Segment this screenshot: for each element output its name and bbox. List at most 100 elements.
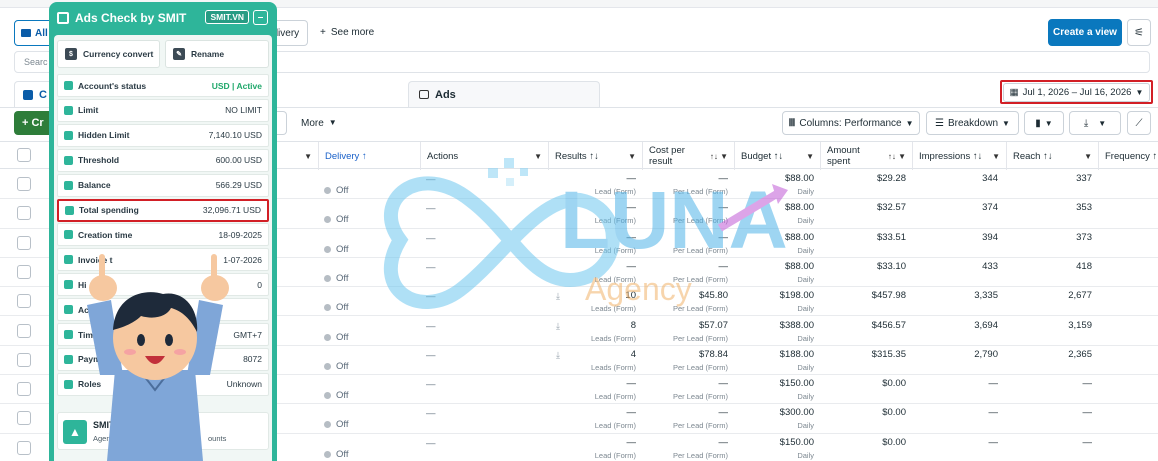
info-label: Limit [78,105,99,116]
budget-cell[interactable]: $188.00 Daily [735,346,814,375]
chevron-down-icon: ▼ [905,118,914,128]
budget-cell[interactable]: $198.00 Daily [735,287,814,316]
status-dot-icon [324,216,331,224]
currency-convert-button[interactable]: $ Currency convert [57,40,160,68]
tab-ads[interactable]: Ads [408,81,600,107]
amount-spent-cell: $456.57 [820,317,906,346]
all-ads-button[interactable]: All [14,20,54,46]
row-checkbox[interactable] [17,264,31,279]
budget-cell[interactable]: $150.00 Daily [735,434,814,461]
col-impressions-label: Impressions ↑↓ [919,150,983,162]
row-checkbox[interactable] [17,440,31,455]
col-name-end[interactable]: ▼ [288,142,318,170]
status-dot-icon [324,304,331,312]
col-frequency[interactable]: Frequency ↑ [1098,142,1158,170]
row-checkbox[interactable] [17,294,31,309]
cpr-value: — [718,378,729,390]
account-info-row: Total spending 32,096.71 USD [57,198,269,222]
col-impressions[interactable]: Impressions ↑↓ ▼ [912,142,1006,170]
row-checkbox[interactable] [17,235,31,250]
columns-button[interactable]: Ⅲ Columns: Performance ▼ [782,111,920,135]
results-cell: — Lead (Form) [548,199,636,228]
delivery-text: Off [336,243,349,255]
row-checkbox[interactable] [17,382,31,397]
budget-cell[interactable]: $300.00 Daily [735,404,814,433]
delivery-text: Off [336,448,349,460]
impressions-cell: — [914,375,999,404]
col-cost-per-result[interactable]: Cost per result ↑↓ ▼ [642,142,734,170]
tab-ads-label: Ads [435,88,456,101]
reach-cell: 2,677 [1007,287,1092,316]
reach-value: 2,365 [1068,348,1092,360]
info-label: Threshold [78,155,120,166]
col-results[interactable]: Results ↑↓ ▼ [548,142,642,170]
amount-spent-cell: $0.00 [820,375,906,404]
row-checkbox[interactable] [17,323,31,338]
status-dot-icon [324,450,331,458]
budget-sub: Daily [797,216,814,226]
row-checkbox[interactable] [17,177,31,191]
calendar-icon: ▦ [1009,86,1019,98]
budget-value: $150.00 [779,436,814,448]
budget-cell[interactable]: $388.00 Daily [735,317,814,346]
budget-value: $198.00 [779,290,814,302]
col-reach[interactable]: Reach ↑↓ ▼ [1006,142,1098,170]
chart-button[interactable]: ⟋ [1127,111,1151,135]
see-more-link[interactable]: + See more [320,27,374,38]
info-icon [64,230,73,240]
filter-settings-button[interactable]: ⚟ [1127,19,1151,46]
ads-icon [419,90,429,99]
results-cell: — Lead (Form) [548,434,636,461]
delivery-text: Off [336,214,349,226]
results-value: 4 [630,348,636,360]
results-value: — [626,378,637,390]
minimize-button[interactable]: – [253,10,268,25]
reach-value: 2,677 [1068,290,1092,302]
reach-value: 418 [1076,260,1092,272]
budget-cell[interactable]: $88.00 Daily [735,229,814,258]
info-icon [64,379,73,389]
budget-cell[interactable]: $150.00 Daily [735,375,814,404]
tab-campaigns-label: C [39,88,47,101]
impressions-cell: 344 [914,170,998,199]
cpr-sub: Per Lead (Form) [672,450,728,460]
row-checkbox[interactable] [17,206,31,221]
chevron-down-icon: ▼ [1135,87,1144,97]
results-cell: — Lead (Form) [548,375,636,404]
row-checkbox[interactable] [17,352,31,367]
reach-value: — [1082,407,1093,419]
create-button[interactable]: + Cr [14,111,54,135]
budget-cell[interactable]: $88.00 Daily [735,258,814,287]
row-checkbox[interactable] [17,411,31,426]
col-actions[interactable]: Actions ▼ [420,142,548,170]
info-value: 0 [257,279,262,290]
col-delivery[interactable]: Delivery ↑ [318,142,420,170]
select-all-checkbox[interactable] [17,148,31,162]
cpr-cell: — Per Lead (Form) [642,375,728,404]
status-dot-icon [324,245,331,253]
reach-value: 353 [1076,202,1092,214]
reach-cell: 418 [1007,258,1092,287]
sort-chevron-icon: ↑↓ ▼ [887,151,906,161]
reports-button[interactable]: ▮ ▼ [1024,111,1064,135]
chevron-down-icon: ▼ [1002,118,1010,128]
more-menu[interactable]: More ▼ [301,118,337,129]
budget-cell[interactable]: $88.00 Daily [735,170,814,199]
col-amount-spent[interactable]: Amount spent ↑↓ ▼ [820,142,912,170]
budget-cell[interactable]: $88.00 Daily [735,199,814,228]
chevron-down-icon: ▼ [328,118,337,127]
results-cell: — Lead (Form) [548,404,636,433]
date-range-picker[interactable]: ▦ Jul 1, 2026 – Jul 16, 2026 ▼ [1000,80,1153,104]
smit-badge[interactable]: SMIT.VN [205,10,249,24]
export-button[interactable]: ⤓ ▼ [1069,111,1121,135]
breakdown-button[interactable]: ☰ Breakdown ▼ [926,111,1019,135]
create-view-button[interactable]: Create a view [1048,19,1122,46]
info-icon [64,255,73,265]
info-value: GMT+7 [233,329,262,340]
col-cpr-label: Cost per result [649,145,685,167]
rename-button[interactable]: ✎ Rename [165,40,269,68]
info-value: 8072 [243,354,262,365]
results-sub: Lead (Form) [594,216,636,226]
col-delivery-label: Delivery ↑ [325,150,367,162]
col-budget[interactable]: Budget ↑↓ ▼ [734,142,820,170]
